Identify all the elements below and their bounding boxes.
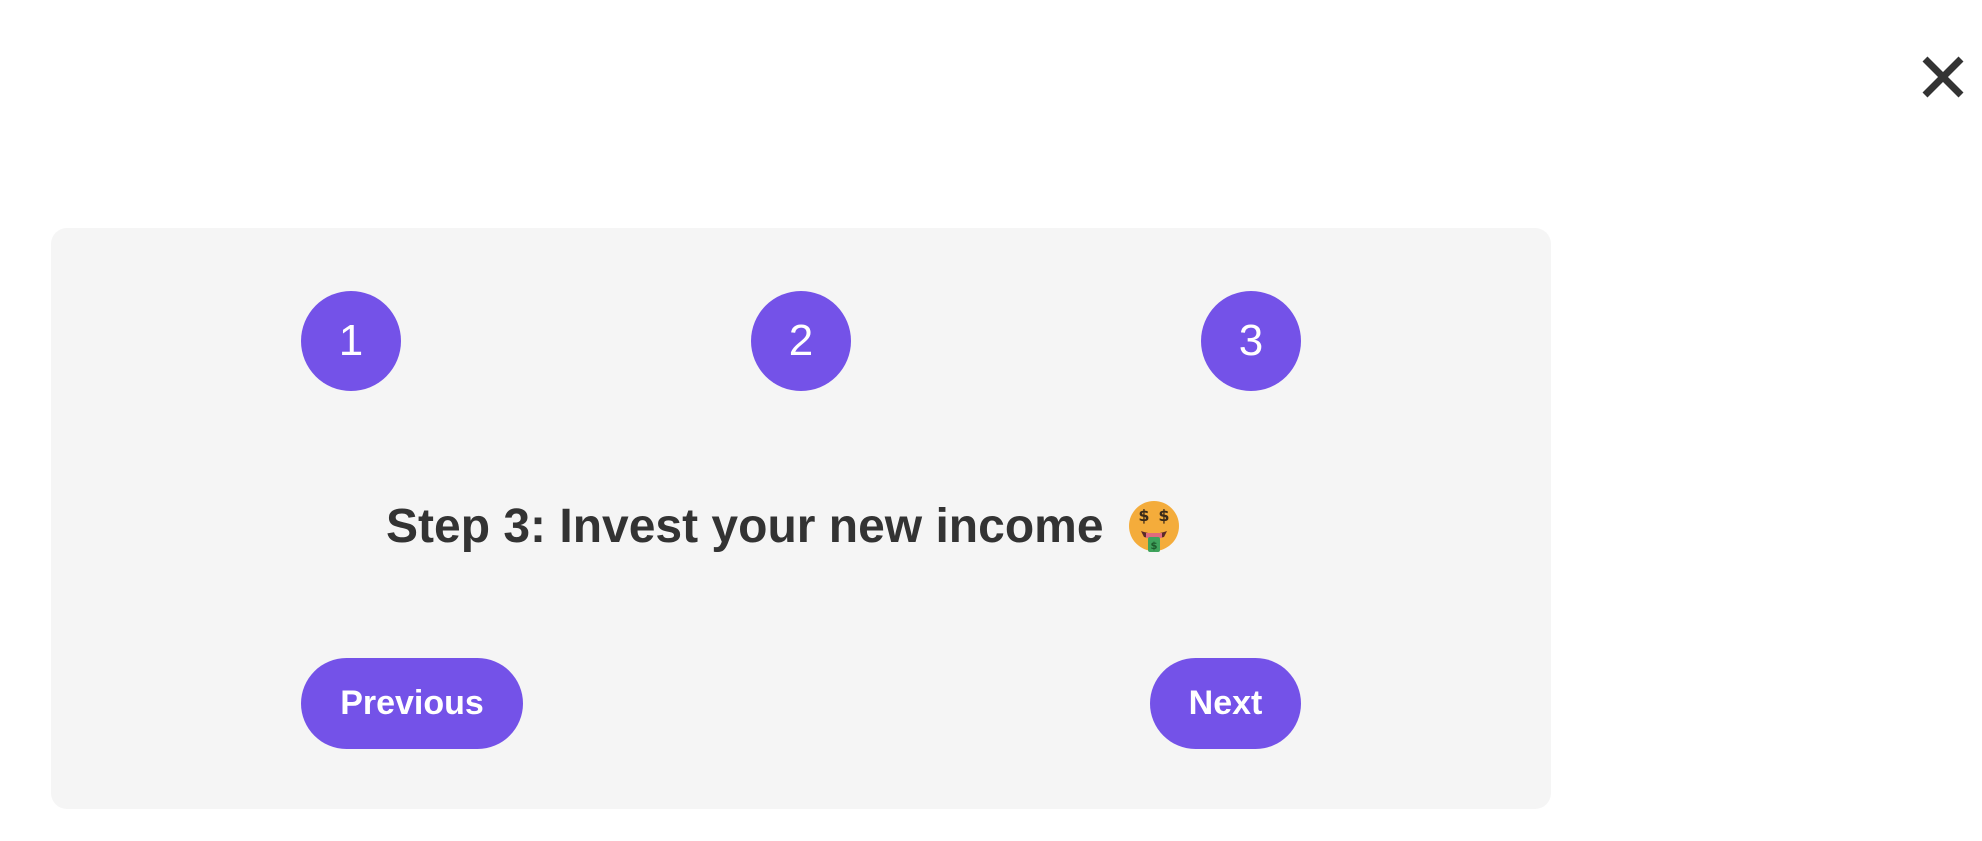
step-1-label: 1 — [338, 316, 364, 365]
step-heading-text: Step 3: Invest your new income — [386, 499, 1104, 553]
close-icon — [1922, 56, 1964, 98]
svg-text:$: $ — [1138, 506, 1149, 525]
close-button[interactable] — [1918, 52, 1968, 102]
next-button[interactable]: Next — [1150, 658, 1301, 749]
money-mouth-face-icon: $ $ $ — [1128, 500, 1180, 552]
step-2-label: 2 — [788, 316, 814, 365]
step-1-indicator[interactable]: 1 — [301, 291, 401, 391]
step-3-label: 3 — [1238, 316, 1264, 365]
step-2-indicator[interactable]: 2 — [751, 291, 851, 391]
step-heading: Step 3: Invest your new income $ $ $ — [386, 494, 1180, 558]
svg-text:$: $ — [1150, 541, 1157, 552]
stepper-card: 1 2 3 Step 3: Invest your new income $ $… — [51, 228, 1551, 809]
previous-button[interactable]: Previous — [301, 658, 523, 749]
svg-text:$: $ — [1158, 506, 1169, 525]
step-3-indicator[interactable]: 3 — [1201, 291, 1301, 391]
